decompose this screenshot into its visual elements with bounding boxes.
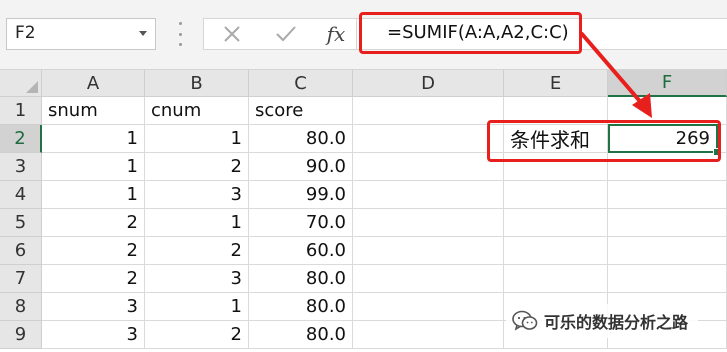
cell-a1[interactable]: snum [42,97,145,125]
cell-d5[interactable] [353,209,504,237]
row-header-1[interactable]: 1 [0,97,42,125]
cell-b1[interactable]: cnum [145,97,249,125]
cell-c8[interactable]: 80.0 [249,293,353,321]
cell-b6[interactable]: 2 [145,237,249,265]
cell-a4[interactable]: 1 [42,181,145,209]
cell-c5[interactable]: 70.0 [249,209,353,237]
cell-f5[interactable] [608,209,727,237]
cell-d6[interactable] [353,237,504,265]
cell-d8[interactable] [353,293,504,321]
cell-b9[interactable]: 2 [145,321,249,349]
fx-icon: fx [326,22,346,46]
cell-c3[interactable]: 90.0 [249,153,353,181]
select-all-button[interactable] [0,70,42,97]
cell-c6[interactable]: 60.0 [249,237,353,265]
cell-b2[interactable]: 1 [145,125,249,153]
chevron-down-icon[interactable] [139,31,147,36]
cell-a8[interactable]: 3 [42,293,145,321]
row-header-7[interactable]: 7 [0,265,42,293]
cell-f4[interactable] [608,181,727,209]
cell-d1[interactable] [353,97,504,125]
row-header-9[interactable]: 9 [0,321,42,349]
formula-highlight-box [359,12,582,54]
column-header-e[interactable]: E [504,70,608,97]
cell-b8[interactable]: 1 [145,293,249,321]
cancel-icon[interactable] [214,19,250,49]
cell-e6[interactable] [504,237,608,265]
cell-a7[interactable]: 2 [42,265,145,293]
cell-a3[interactable]: 1 [42,153,145,181]
column-header-a[interactable]: A [42,70,145,97]
cell-b3[interactable]: 2 [145,153,249,181]
cell-f7[interactable] [608,265,727,293]
watermark-text: 可乐的数据分析之路 [544,313,689,332]
cell-a6[interactable]: 2 [42,237,145,265]
row-header-6[interactable]: 6 [0,237,42,265]
cell-e5[interactable] [504,209,608,237]
result-highlight-box [487,120,721,162]
insert-function-button[interactable]: fx [318,19,354,49]
column-header-f[interactable]: F [608,70,727,97]
cell-e4[interactable] [504,181,608,209]
column-header-d[interactable]: D [353,70,504,97]
cell-c7[interactable]: 80.0 [249,265,353,293]
name-box[interactable]: F2 [6,18,156,50]
row-header-4[interactable]: 4 [0,181,42,209]
select-all-icon [26,81,38,93]
cell-c4[interactable]: 99.0 [249,181,353,209]
column-header-b[interactable]: B [145,70,249,97]
cell-b7[interactable]: 3 [145,265,249,293]
cell-d3[interactable] [353,153,504,181]
cell-d2[interactable] [353,125,504,153]
cell-d4[interactable] [353,181,504,209]
cell-c2[interactable]: 80.0 [249,125,353,153]
cell-a2[interactable]: 1 [42,125,145,153]
cell-d7[interactable] [353,265,504,293]
cell-c1[interactable]: score [249,97,353,125]
cell-f6[interactable] [608,237,727,265]
drag-handle-icon[interactable] [178,22,182,46]
cell-d9[interactable] [353,321,504,349]
row-header-5[interactable]: 5 [0,209,42,237]
cell-e7[interactable] [504,265,608,293]
cell-b4[interactable]: 3 [145,181,249,209]
row-header-3[interactable]: 3 [0,153,42,181]
column-header-c[interactable]: C [249,70,353,97]
cell-a9[interactable]: 3 [42,321,145,349]
watermark: 可乐的数据分析之路 [506,304,699,338]
row-header-2[interactable]: 2 [0,125,42,153]
formula-buttons: fx [203,18,357,50]
wechat-icon [512,310,538,332]
cell-c9[interactable]: 80.0 [249,321,353,349]
cell-a5[interactable]: 2 [42,209,145,237]
check-icon[interactable] [268,19,304,49]
cell-b5[interactable]: 1 [145,209,249,237]
name-box-value: F2 [15,23,36,43]
row-header-8[interactable]: 8 [0,293,42,321]
